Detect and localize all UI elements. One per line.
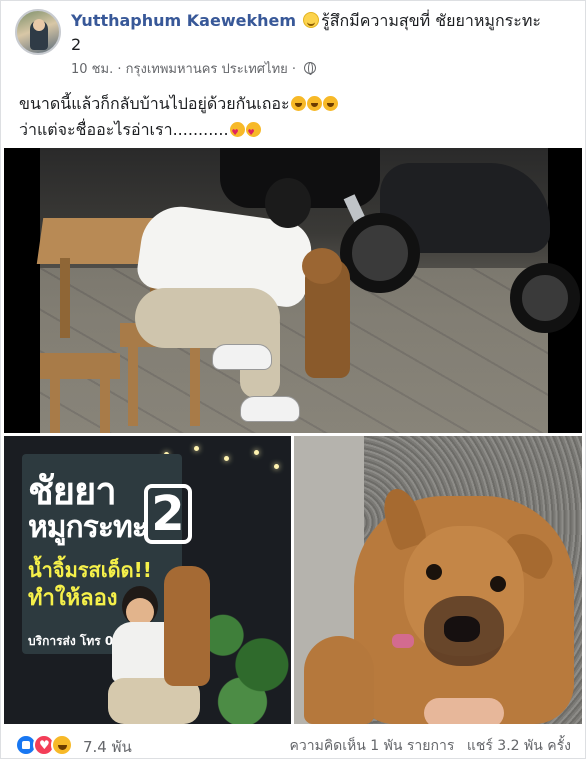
smiling-face-icon [303, 12, 320, 28]
post-meta: 10 ชม. · กรุงเทพมหานคร ประเทศไทย · [71, 61, 317, 79]
feeling-text-2[interactable]: 2 [71, 35, 81, 54]
post-photo-dog[interactable] [294, 436, 582, 724]
post-text: ขนาดนี้แล้วก็กลับบ้านไปอยู่ด้วยกันเถอะ ว… [19, 91, 569, 146]
post-photo-sign[interactable]: ชัยยา 2 หมูกระทะ น้ำจิ้มรสเด็ด!! ทำให้ลอ… [4, 436, 291, 724]
smiling-face-with-hearts-icon [229, 120, 245, 146]
photo-scene [36, 148, 580, 433]
meta-separator: · [117, 62, 122, 77]
laughing-face-icon [290, 96, 306, 111]
comment-count[interactable]: ความคิดเห็น 1 พัน รายการ [290, 738, 455, 754]
laughing-face-icon [322, 96, 338, 111]
haha-icon[interactable] [51, 734, 73, 756]
sign-number: 2 [144, 484, 192, 544]
smiling-face-with-hearts-icon [245, 120, 261, 146]
post-header: Yutthaphum Kaewekhem รู้สึกมีความสุขที่ … [15, 9, 575, 83]
post-footer: 7.4 พัน ความคิดเห็น 1 พัน รายการ แชร์ 3.… [15, 732, 575, 758]
post-text-line-2: ว่าแต่จะชื่ออะไรอ่าเรา........... [19, 117, 569, 146]
post-text-line-1-text: ขนาดนี้แล้วก็กลับบ้านไปอยู่ด้วยกันเถอะ [19, 94, 290, 113]
post-location[interactable]: กรุงเทพมหานคร ประเทศไทย [126, 62, 288, 77]
laughing-face-icon [306, 96, 322, 111]
post-text-line-1: ขนาดนี้แล้วก็กลับบ้านไปอยู่ด้วยกันเถอะ [19, 91, 569, 117]
author-name[interactable]: Yutthaphum Kaewekhem [71, 11, 296, 30]
post-text-line-2-text: ว่าแต่จะชื่ออะไรอ่าเรา........... [19, 120, 229, 139]
meta-separator-2: · [291, 62, 297, 77]
avatar[interactable] [15, 9, 61, 55]
post-card: Yutthaphum Kaewekhem รู้สึกมีความสุขที่ … [0, 0, 586, 759]
post-title-line: Yutthaphum Kaewekhem รู้สึกมีความสุขที่ … [71, 9, 571, 57]
sign-line-4: ทำให้ลอง [28, 586, 118, 611]
share-count[interactable]: แชร์ 3.2 พัน ครั้ง [467, 738, 571, 754]
globe-icon[interactable] [304, 62, 317, 75]
sign-line-2: หมูกระทะ [28, 510, 148, 545]
post-photo-main[interactable] [4, 148, 582, 433]
post-time[interactable]: 10 ชม. [71, 62, 113, 77]
feeling-text[interactable]: รู้สึกมีความสุขที่ ชัยยาหมูกระทะ [321, 11, 541, 30]
post-stats: ความคิดเห็น 1 พัน รายการ แชร์ 3.2 พัน คร… [282, 735, 572, 757]
reaction-count[interactable]: 7.4 พัน [83, 735, 132, 759]
